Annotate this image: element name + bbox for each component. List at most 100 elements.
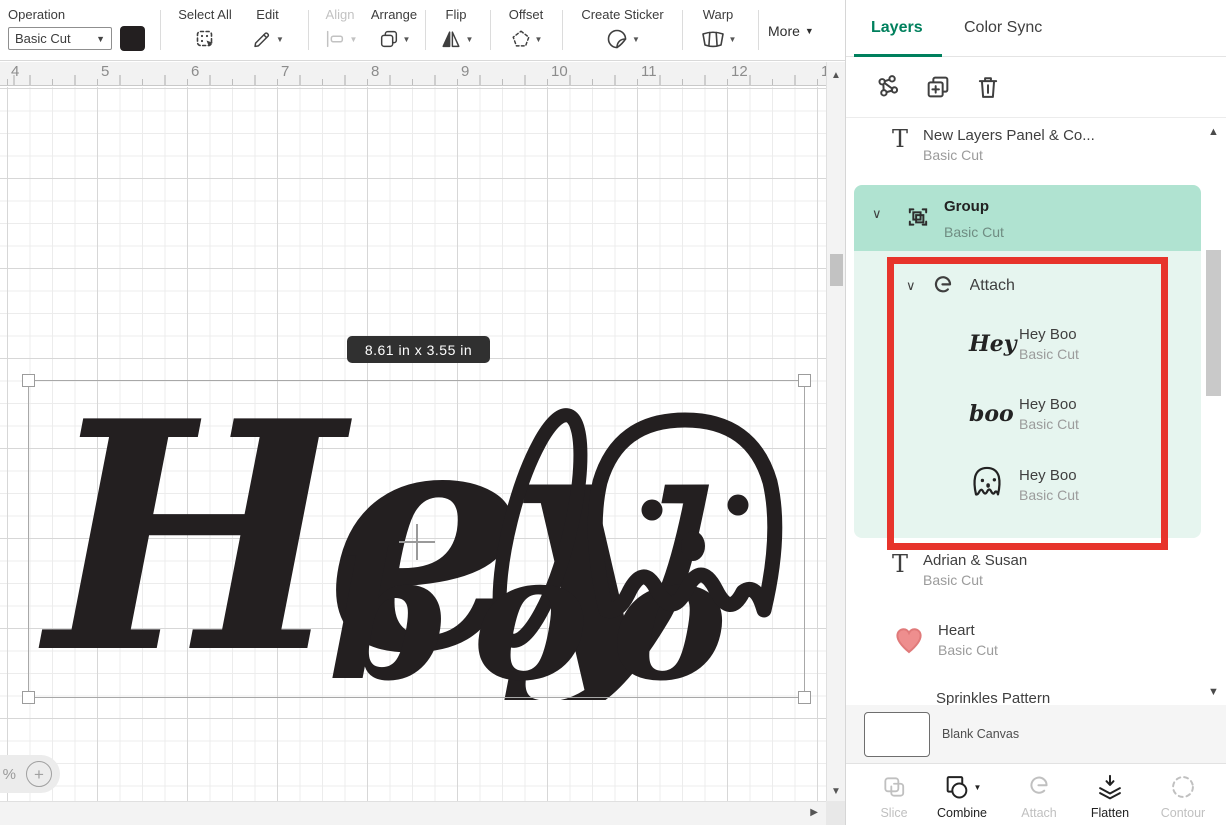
layer-row-group-selected[interactable]: ∨ Group Basic Cut [854, 185, 1201, 251]
chevron-down-icon: ▼ [535, 35, 543, 44]
layer-title: Adrian & Susan [923, 552, 1027, 569]
chevron-down-icon: ▼ [403, 35, 411, 44]
canvas-vertical-scrollbar[interactable]: ▲ ▼ [826, 62, 845, 801]
flatten-icon [1096, 773, 1124, 801]
duplicate-button[interactable] [924, 73, 954, 103]
boo-thumbnail: boo [969, 401, 1005, 427]
resize-handle-bottom-right[interactable] [798, 691, 811, 704]
operation-label: Operation [8, 7, 65, 22]
heart-icon [892, 623, 926, 657]
chevron-down-icon: ▼ [466, 35, 474, 44]
operation-dropdown[interactable]: Basic Cut ▼ [8, 27, 112, 50]
panel-scroll-down-icon[interactable]: ▼ [1208, 686, 1219, 698]
operation-value: Basic Cut [15, 31, 71, 46]
align-icon [323, 28, 347, 50]
chevron-down-icon[interactable]: ∨ [872, 207, 882, 222]
canvas-horizontal-scrollbar[interactable]: ▶ [0, 801, 826, 825]
ghost-thumbnail [969, 466, 1005, 503]
zoom-in-button[interactable]: + [26, 761, 52, 787]
layer-title: New Layers Panel & Co... [923, 127, 1173, 144]
zoom-percent-label: % [3, 766, 16, 783]
top-toolbar: Operation Basic Cut ▼ Select All Edit [0, 0, 845, 61]
offset-icon [510, 28, 532, 50]
tab-color-sync[interactable]: Color Sync [964, 19, 1042, 37]
toolbar-divider [425, 10, 426, 50]
flip-button[interactable]: Flip ▼ [432, 7, 480, 51]
group-layer-icon [904, 203, 932, 231]
duplicate-icon [924, 73, 952, 101]
resize-handle-top-right[interactable] [798, 374, 811, 387]
canvas-color-swatch[interactable] [864, 712, 930, 757]
design-canvas[interactable]: Hey boo 8.61 in x 3.55 in % + [0, 87, 826, 801]
horizontal-ruler: 4 5 6 7 8 9 10 11 12 1 [0, 62, 826, 86]
warp-button[interactable]: Warp ▼ [692, 7, 744, 51]
select-all-button[interactable]: Select All [170, 7, 240, 51]
panel-tabs: Layers Color Sync [846, 0, 1226, 57]
layer-row-hey-boo-3[interactable]: Hey Boo Basic Cut [969, 466, 1189, 503]
group-nodes-icon [874, 73, 902, 101]
scroll-up-arrow-icon[interactable]: ▲ [830, 70, 842, 81]
attach-paperclip-icon [930, 273, 956, 299]
chevron-down-icon: ▼ [974, 783, 982, 792]
layer-row-heart[interactable]: Heart Basic Cut [892, 622, 1192, 658]
warp-icon [700, 29, 726, 49]
layer-title: Heart [938, 622, 998, 639]
panel-scroll-thumb[interactable] [1206, 250, 1221, 396]
layer-operation: Basic Cut [923, 572, 1027, 588]
layer-operation: Basic Cut [1019, 416, 1079, 432]
ungroup-button[interactable] [874, 73, 904, 103]
combine-button[interactable]: ▼ Combine [927, 772, 997, 820]
layer-row-attach[interactable]: ∨ Attach [906, 273, 1186, 299]
text-layer-icon: T [892, 127, 908, 163]
panel-toolbar [846, 57, 1226, 118]
toolbar-divider [490, 10, 491, 50]
layer-row-adrian-susan[interactable]: T Adrian & Susan Basic Cut [892, 552, 1192, 588]
combine-icon [943, 773, 971, 801]
layer-title: Group [944, 198, 989, 215]
pencil-icon [251, 28, 273, 50]
layer-row-hey-boo-1[interactable]: Hey Hey Boo Basic Cut [969, 326, 1189, 362]
text-layer-icon: T [892, 552, 908, 588]
layer-operation: Basic Cut [1019, 487, 1079, 503]
chevron-down-icon[interactable]: ∨ [906, 279, 916, 294]
selection-bounding-box[interactable] [28, 380, 805, 698]
edit-button[interactable]: Edit ▼ [240, 7, 295, 51]
align-button: Align ▼ [315, 7, 365, 51]
panel-scroll-up-icon[interactable]: ▲ [1208, 126, 1219, 138]
toolbar-divider [562, 10, 563, 50]
layer-row-hey-boo-2[interactable]: boo Hey Boo Basic Cut [969, 396, 1189, 432]
chevron-down-icon: ▼ [632, 35, 640, 44]
design-app-window: Operation Basic Cut ▼ Select All Edit [0, 0, 1226, 825]
chevron-down-icon: ▼ [96, 34, 105, 44]
delete-button[interactable] [974, 73, 1004, 103]
flatten-button[interactable]: Flatten [1075, 772, 1145, 820]
scrollbar-corner [826, 801, 845, 825]
dimension-label: 8.61 in x 3.55 in [347, 336, 490, 363]
arrange-button[interactable]: Arrange ▼ [365, 7, 423, 51]
tab-layers[interactable]: Layers [871, 19, 923, 37]
vertical-scroll-thumb[interactable] [830, 254, 843, 286]
scroll-down-arrow-icon[interactable]: ▼ [830, 786, 842, 797]
resize-handle-top-left[interactable] [22, 374, 35, 387]
toolbar-divider [308, 10, 309, 50]
layer-title: Attach [970, 277, 1015, 295]
blank-canvas-row[interactable]: Blank Canvas [846, 705, 1226, 763]
layer-row-new-layers-panel[interactable]: T New Layers Panel & Co... Basic Cut [892, 127, 1192, 163]
toolbar-divider [758, 10, 759, 50]
chevron-down-icon: ▼ [805, 26, 814, 36]
zoom-control: % + [0, 755, 60, 793]
attach-paperclip-icon [1025, 773, 1053, 801]
attach-group-container: ∨ Attach Hey Hey Boo Basic Cut boo Hey B… [854, 251, 1201, 538]
contour-button: Contour [1148, 772, 1218, 820]
arrange-icon [378, 28, 400, 50]
more-button[interactable]: More ▼ [768, 23, 814, 39]
offset-button[interactable]: Offset ▼ [498, 7, 554, 51]
hey-thumbnail: Hey [969, 331, 1005, 357]
color-swatch[interactable] [120, 26, 145, 51]
create-sticker-button[interactable]: Create Sticker ▼ [575, 7, 670, 51]
scroll-right-arrow-icon[interactable]: ▶ [810, 807, 818, 818]
resize-handle-bottom-left[interactable] [22, 691, 35, 704]
layer-operation: Basic Cut [1019, 346, 1079, 362]
contour-icon [1169, 773, 1197, 801]
layer-title: Hey Boo [1019, 326, 1079, 343]
